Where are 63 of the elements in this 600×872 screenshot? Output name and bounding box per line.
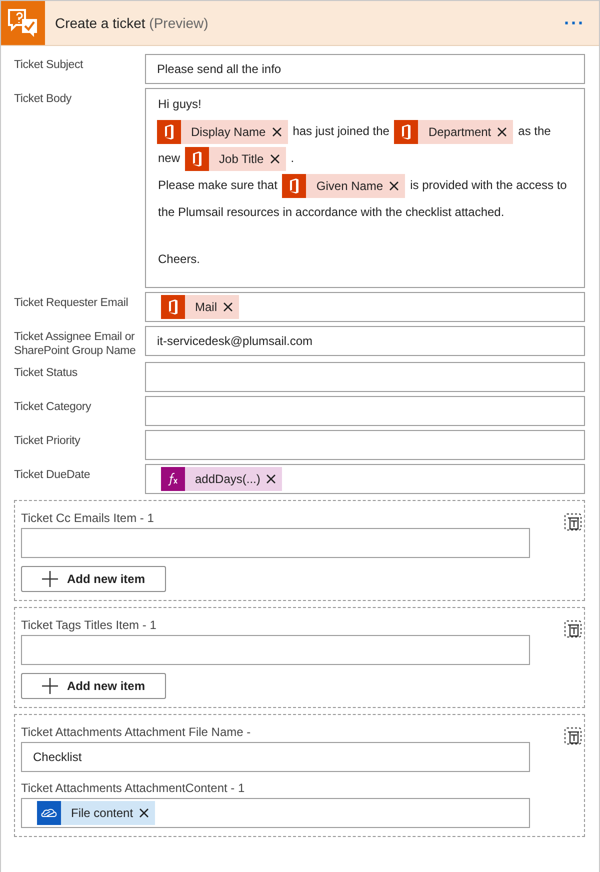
remove-icon[interactable] [223,302,234,312]
remove-icon[interactable] [266,474,276,484]
field-label: Ticket Attachments AttachmentContent - 1 [21,780,246,795]
card-title: Create a ticket (Preview) [55,15,210,31]
office-logo-icon [161,295,185,319]
remove-icon[interactable] [497,126,508,136]
dynamic-content-token[interactable]: Display Name [157,120,288,144]
dynamic-content-token[interactable]: Job Title [185,146,286,170]
body-text: Please make sure that [158,177,278,194]
field-label: Ticket Tags Titles Item - 1 [21,617,158,632]
office-logo-icon [185,146,210,170]
remove-icon[interactable] [270,154,280,164]
office-logo-icon [282,174,306,198]
remove-icon[interactable] [389,180,400,190]
function-icon [161,467,185,491]
input-field[interactable]: Checklist [21,742,530,772]
remove-icon[interactable] [139,808,150,818]
input-field[interactable]: Mail [145,292,585,322]
field-label: Ticket Category [14,400,92,414]
add-item-button[interactable]: Add new item [21,673,166,699]
delete-icon[interactable] [564,513,582,531]
dynamic-content-token[interactable]: File content [37,801,156,825]
remove-icon[interactable] [272,126,282,136]
dynamic-content-token[interactable]: addDays(...) [161,467,282,491]
office-logo-icon [157,120,181,144]
dynamic-content-token[interactable]: Given Name [282,174,406,198]
dynamic-content-token[interactable]: Mail [161,295,240,319]
input-field[interactable]: addDays(...) [145,464,585,494]
field-label: Ticket Assignee Email or SharePoint Group Name [14,330,137,358]
field-label: Ticket Subject [14,58,84,72]
body-text: the Plumsail resources in accordance with the checklist attached. [158,204,504,221]
body-text: Hi guys! [158,96,202,113]
field-label: Ticket DueDate [14,468,92,482]
body-text: is provided with the access to [410,177,567,194]
input-field[interactable] [21,635,530,665]
office-logo-icon [394,120,418,144]
more-button[interactable]: ··· [560,12,589,34]
body-text: Cheers. [158,251,200,268]
dynamic-content-token[interactable]: Department [394,120,514,144]
field-label: Ticket Attachments Attachment File Name - [21,724,252,739]
field-label: Ticket Status [14,366,78,380]
field-label: Ticket Body [14,92,72,106]
field-label: Ticket Cc Emails Item - 1 [21,510,155,525]
delete-icon[interactable] [564,620,582,638]
body-text: has just joined the [292,123,390,140]
input-field[interactable] [21,528,530,558]
delete-icon[interactable] [564,727,582,745]
cloud-icon [37,801,61,825]
body-text: new [158,150,180,167]
plus-icon [42,571,58,587]
plus-icon [42,678,58,694]
input-field[interactable] [145,396,585,426]
input-field[interactable] [145,430,585,460]
add-item-button[interactable]: Add new item [21,566,166,592]
field-label: Ticket Requester Email [14,296,130,310]
input-field[interactable]: Please send all the info [145,54,585,84]
field-label: Ticket Priority [14,434,82,448]
body-text: as the [518,123,551,140]
input-field[interactable] [145,362,585,392]
input-field[interactable]: File content [21,798,530,828]
body-text: . [290,150,294,167]
rich-text-field[interactable] [145,88,585,288]
input-field[interactable]: it-servicedesk@plumsail.com [145,326,585,356]
